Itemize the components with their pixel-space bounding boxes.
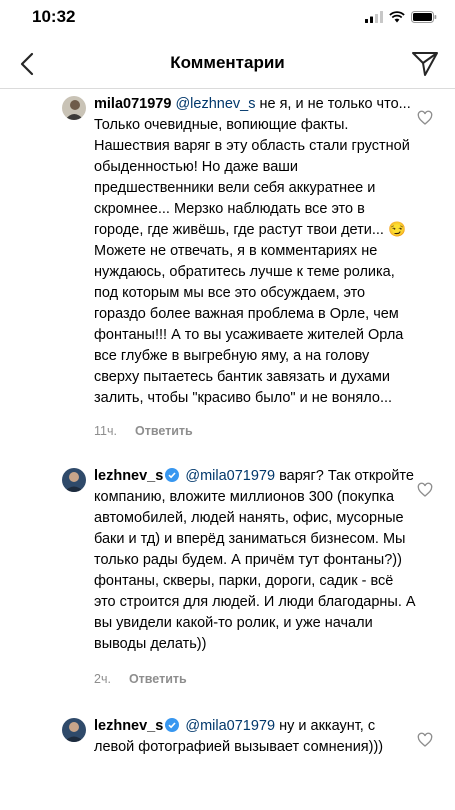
navigation-bar: Комментарии (0, 40, 455, 89)
heart-icon (417, 482, 433, 497)
reply-button[interactable]: Ответить (129, 672, 187, 686)
avatar[interactable] (62, 96, 86, 120)
comment-body: не я, и не только что... Только очевидны… (94, 96, 411, 406)
comment-mention[interactable]: @mila071979 (185, 718, 275, 734)
comment-username[interactable]: lezhnev_s (94, 468, 163, 484)
paper-plane-icon (412, 52, 438, 76)
status-time: 10:32 (32, 7, 76, 26)
battery-icon (411, 11, 437, 23)
like-button[interactable] (417, 732, 433, 748)
verified-badge-icon (165, 718, 180, 732)
signal-icon (365, 11, 383, 23)
avatar[interactable] (62, 468, 86, 492)
like-button[interactable] (417, 110, 433, 126)
comment-text: lezhnev_s @mila071979 ну и аккаунт, с ле… (94, 716, 416, 758)
comment-username[interactable]: lezhnev_s (94, 718, 163, 734)
comment-text: mila071979 @lezhnev_s не я, и не только … (94, 94, 416, 409)
comment-body: варяг? Так откройте компанию, вложите ми… (94, 468, 416, 652)
avatar[interactable] (62, 718, 86, 742)
comment-timestamp: 2ч. (94, 672, 111, 686)
heart-icon (417, 110, 433, 125)
heart-icon (417, 732, 433, 747)
direct-send-button[interactable] (409, 47, 441, 79)
comment-username[interactable]: mila071979 (94, 96, 171, 112)
status-icons (365, 11, 437, 23)
verified-badge-icon (165, 468, 180, 482)
comment-timestamp: 11ч. (94, 424, 117, 438)
comment-mention[interactable]: @mila071979 (185, 468, 275, 484)
comment-mention[interactable]: @lezhnev_s (175, 96, 255, 112)
comment-text: lezhnev_s @mila071979 варяг? Так откройт… (94, 466, 416, 655)
wifi-icon (389, 11, 405, 23)
reply-button[interactable]: Ответить (135, 424, 193, 438)
page-title: Комментарии (170, 53, 285, 72)
comment-meta: 11ч. Ответить (94, 424, 193, 438)
like-button[interactable] (417, 482, 433, 498)
status-bar: 10:32 (0, 0, 455, 40)
comment-meta: 2ч. Ответить (94, 672, 187, 686)
